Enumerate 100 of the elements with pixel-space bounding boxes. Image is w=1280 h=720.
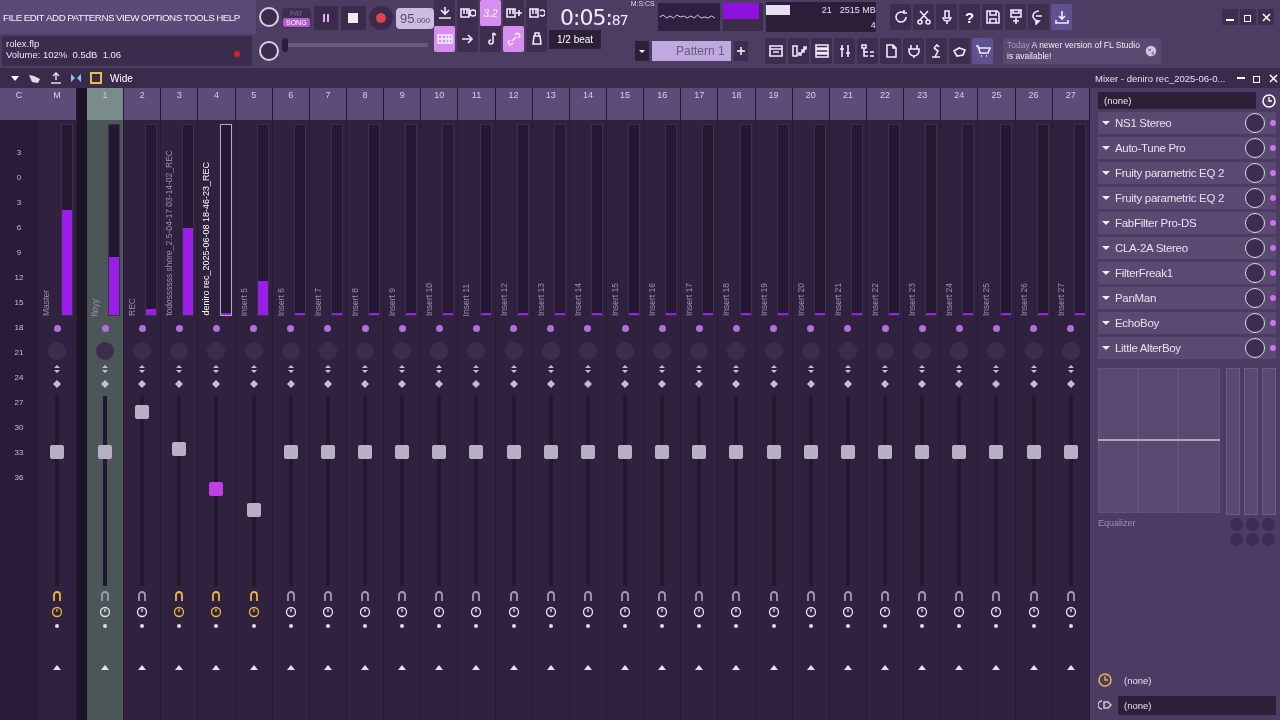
power-icon[interactable] bbox=[990, 606, 1003, 618]
power-icon[interactable] bbox=[51, 606, 63, 618]
routing-icon[interactable] bbox=[880, 590, 890, 602]
stereo-separation-icon[interactable] bbox=[620, 364, 631, 390]
power-icon[interactable] bbox=[879, 606, 891, 618]
mix-knob[interactable] bbox=[1245, 138, 1265, 158]
mute-dot-icon[interactable] bbox=[250, 325, 258, 332]
enable-led[interactable] bbox=[1270, 245, 1276, 251]
stereo-separation-icon[interactable] bbox=[954, 364, 965, 390]
dropdown-arrow-icon[interactable] bbox=[1102, 345, 1110, 351]
send-arrow-icon[interactable] bbox=[397, 664, 408, 671]
routing-icon[interactable] bbox=[991, 590, 1002, 602]
output-plug-icon[interactable] bbox=[1098, 698, 1112, 712]
stereo-separation-icon[interactable] bbox=[52, 364, 62, 390]
mixer-strip[interactable]: 13 Insert 13 bbox=[532, 88, 570, 720]
routing-icon[interactable] bbox=[1028, 590, 1039, 602]
send-arrow-icon[interactable] bbox=[285, 664, 296, 671]
volume-fader[interactable] bbox=[172, 441, 187, 456]
effect-slot[interactable]: FilterFreak1 bbox=[1098, 262, 1276, 284]
stereo-separation-icon[interactable] bbox=[360, 364, 371, 390]
enable-led[interactable] bbox=[1270, 320, 1276, 326]
mute-dot-icon[interactable] bbox=[918, 325, 926, 332]
mute-dot-icon[interactable] bbox=[658, 325, 666, 332]
position-thumb[interactable] bbox=[282, 38, 288, 52]
mute-dot-icon[interactable] bbox=[807, 325, 815, 332]
routing-icon[interactable] bbox=[694, 590, 705, 602]
stereo-separation-icon[interactable] bbox=[137, 364, 148, 390]
stereo-separation-icon[interactable] bbox=[731, 364, 742, 390]
mute-dot-icon[interactable] bbox=[213, 325, 220, 332]
mixer-strip[interactable]: 22 Insert 22 bbox=[866, 88, 905, 720]
routing-icon[interactable] bbox=[52, 590, 62, 602]
routing-icon[interactable] bbox=[174, 590, 185, 602]
power-icon[interactable] bbox=[841, 606, 854, 618]
upload-icon[interactable] bbox=[50, 72, 62, 84]
mixer-strip[interactable]: M Master bbox=[38, 88, 77, 720]
enable-led[interactable] bbox=[1270, 170, 1276, 176]
routing-icon[interactable] bbox=[620, 590, 631, 602]
effect-slot[interactable]: EchoBoy bbox=[1098, 312, 1276, 334]
send-arrow-icon[interactable] bbox=[880, 664, 890, 671]
toolbar-button[interactable] bbox=[434, 0, 455, 26]
volume-fader[interactable] bbox=[98, 445, 113, 460]
toolbar-button[interactable] bbox=[972, 38, 993, 64]
power-icon[interactable] bbox=[321, 606, 334, 618]
mixer-strip[interactable]: 11 Insert 11 bbox=[458, 88, 496, 720]
power-icon[interactable] bbox=[433, 606, 446, 618]
enable-led[interactable] bbox=[1270, 295, 1276, 301]
minimize-button[interactable] bbox=[1222, 9, 1238, 25]
power-icon[interactable] bbox=[359, 606, 372, 618]
mute-dot-icon[interactable] bbox=[881, 325, 889, 332]
mute-dot-icon[interactable] bbox=[770, 325, 778, 332]
mute-dot-icon[interactable] bbox=[547, 325, 555, 332]
volume-fader[interactable] bbox=[1063, 445, 1078, 460]
power-icon[interactable] bbox=[396, 606, 409, 618]
mute-dot-icon[interactable] bbox=[361, 325, 369, 332]
mixer-strip[interactable]: 10 Insert 10 bbox=[421, 88, 459, 720]
volume-fader[interactable] bbox=[692, 445, 707, 460]
toolbar-button[interactable] bbox=[765, 38, 786, 64]
toolbar-button[interactable] bbox=[903, 38, 924, 64]
mix-knob[interactable] bbox=[1245, 113, 1265, 133]
volume-fader[interactable] bbox=[580, 445, 595, 460]
send-arrow-icon[interactable] bbox=[211, 664, 222, 671]
routing-icon[interactable] bbox=[211, 590, 222, 602]
mute-dot-icon[interactable] bbox=[510, 325, 518, 332]
dropdown-arrow-icon[interactable] bbox=[1102, 245, 1110, 251]
mix-knob[interactable] bbox=[1245, 188, 1265, 208]
volume-fader[interactable] bbox=[618, 445, 633, 460]
volume-fader[interactable] bbox=[803, 445, 818, 460]
dropdown-arrow-icon[interactable] bbox=[1102, 220, 1110, 226]
send-arrow-icon[interactable] bbox=[582, 664, 593, 671]
stereo-separation-icon[interactable] bbox=[1065, 364, 1076, 390]
power-icon[interactable] bbox=[767, 606, 780, 618]
send-arrow-icon[interactable] bbox=[1028, 664, 1039, 671]
menu-item[interactable]: HELP bbox=[216, 11, 240, 23]
mix-knob[interactable] bbox=[1245, 288, 1265, 308]
toolbar-button[interactable] bbox=[834, 38, 855, 64]
power-icon[interactable] bbox=[470, 606, 483, 618]
pattern-selector[interactable]: Pattern 1 bbox=[652, 41, 731, 61]
mixer-strip[interactable]: 12 Insert 12 bbox=[495, 88, 533, 720]
mute-dot-icon[interactable] bbox=[992, 325, 1000, 332]
effect-slot[interactable]: Fruity parametric EQ 2 bbox=[1098, 162, 1276, 184]
power-icon[interactable] bbox=[1027, 606, 1040, 618]
power-icon[interactable] bbox=[99, 606, 112, 618]
stereo-separation-icon[interactable] bbox=[174, 364, 185, 390]
send-arrow-icon[interactable] bbox=[694, 664, 705, 671]
toolbar-button[interactable] bbox=[1051, 4, 1072, 30]
stereo-separation-icon[interactable] bbox=[657, 364, 668, 390]
mix-knob[interactable] bbox=[1245, 213, 1265, 233]
stop-button[interactable] bbox=[341, 6, 366, 30]
volume-fader[interactable] bbox=[952, 445, 967, 460]
send-arrow-icon[interactable] bbox=[917, 664, 928, 671]
view-dropdown[interactable]: Wide bbox=[110, 72, 183, 84]
effect-slot[interactable]: Auto-Tune Pro bbox=[1098, 137, 1276, 159]
power-icon[interactable] bbox=[173, 606, 186, 618]
master-pitch-knob[interactable] bbox=[259, 41, 279, 61]
power-icon[interactable] bbox=[247, 606, 260, 618]
toolbar-button[interactable] bbox=[936, 4, 957, 30]
stereo-separation-icon[interactable] bbox=[471, 364, 482, 390]
enable-led[interactable] bbox=[1270, 270, 1276, 276]
dropdown-arrow-icon[interactable] bbox=[1102, 320, 1110, 326]
routing-icon[interactable] bbox=[322, 590, 333, 602]
